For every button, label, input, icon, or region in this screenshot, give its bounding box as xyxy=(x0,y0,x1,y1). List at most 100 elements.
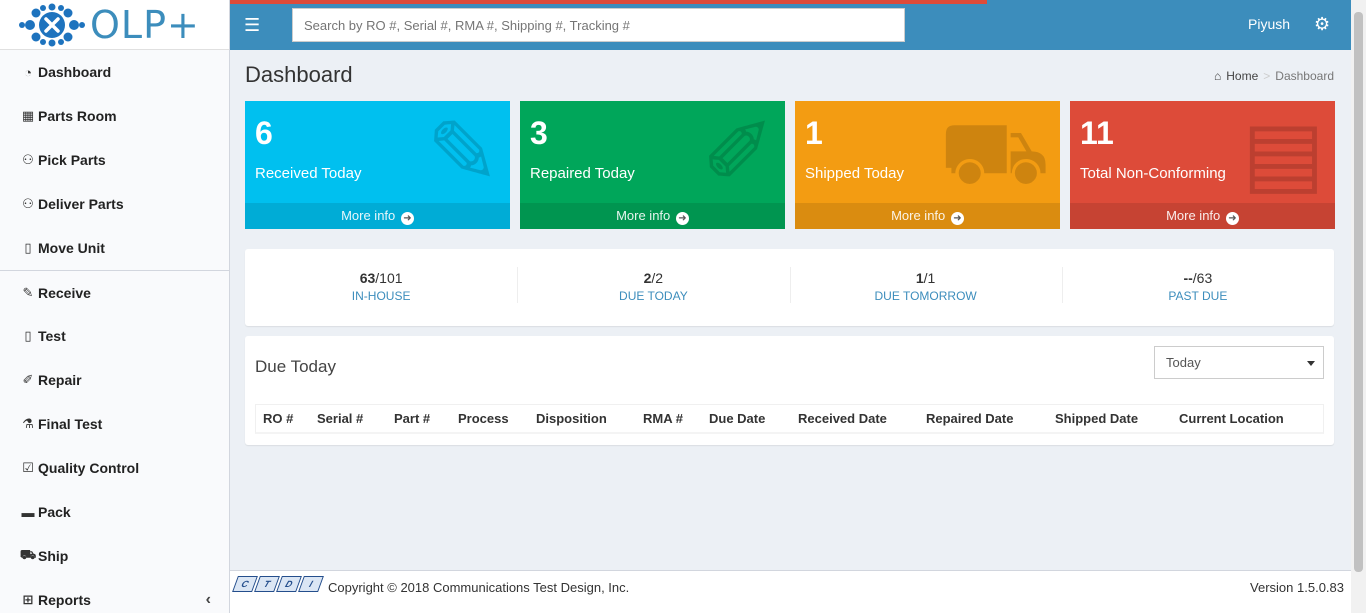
stat-in-house[interactable]: 63/101 IN-HOUSE xyxy=(245,249,517,326)
more-info-link[interactable]: More info ➜ xyxy=(1070,203,1335,229)
app-logo[interactable]: OLP+ xyxy=(0,0,229,50)
select-value: Today xyxy=(1166,355,1201,370)
menu-toggle-icon[interactable]: ☰ xyxy=(244,14,260,36)
table-header: RO # Serial # Part # Process Disposition… xyxy=(255,404,1324,434)
scrollbar[interactable] xyxy=(1351,0,1366,613)
breadcrumb-current: Dashboard xyxy=(1275,69,1334,83)
box-label: Repaired Today xyxy=(530,165,635,182)
sidebar-item-pick-parts[interactable]: ⚇ Pick Parts xyxy=(0,138,229,182)
stat-total: /63 xyxy=(1192,270,1213,286)
scrollbar-thumb[interactable] xyxy=(1354,12,1363,572)
table-icon: ⊞ xyxy=(22,592,34,607)
more-info-link[interactable]: More info ➜ xyxy=(795,203,1060,229)
column-header[interactable]: RMA # xyxy=(643,411,683,426)
logo-letter: I xyxy=(298,576,324,592)
sidebar-item-test[interactable]: ▯ Test xyxy=(0,314,229,358)
column-header[interactable]: Process xyxy=(458,411,509,426)
copyright-text: Copyright © 2018 Communications Test Des… xyxy=(328,580,630,595)
column-header[interactable]: Part # xyxy=(394,411,430,426)
sidebar-item-label: Pick Parts xyxy=(38,152,106,168)
stat-label: DUE TOMORROW xyxy=(874,289,977,303)
box-icon: ▬ xyxy=(21,504,35,520)
truck-icon: ⛟ xyxy=(939,103,1050,202)
search-input[interactable] xyxy=(292,8,905,42)
page-footer: C T D I Copyright © 2018 Communications … xyxy=(230,570,1351,613)
box-value: 11 xyxy=(1080,115,1114,151)
sidebar-item-quality-control[interactable]: ☑ Quality Control xyxy=(0,446,229,490)
sidebar-item-label: Ship xyxy=(38,548,69,564)
stat-total: /1 xyxy=(923,270,936,286)
date-filter-select[interactable]: Today xyxy=(1154,346,1324,379)
sidebar-item-reports[interactable]: ⊞ Reports ‹ xyxy=(0,578,229,613)
breadcrumb: ⌂ Home > Dashboard xyxy=(1214,69,1334,83)
edit-icon: ✎ xyxy=(22,284,34,300)
loading-progress-bar xyxy=(230,0,987,4)
sidebar-item-final-test[interactable]: ⚗ Final Test xyxy=(0,402,229,446)
stat-total: /2 xyxy=(651,270,664,286)
stat-count: -- xyxy=(1183,270,1193,286)
sidebar-item-label: Final Test xyxy=(38,416,103,432)
sidebar-item-label: Repair xyxy=(38,372,82,388)
gears-icon[interactable]: ⚙ xyxy=(1314,14,1330,35)
stat-due-today[interactable]: 2/2 DUE TODAY xyxy=(517,249,789,326)
arrow-circle-right-icon: ➜ xyxy=(950,212,964,225)
breadcrumb-home-link[interactable]: Home xyxy=(1226,69,1258,83)
logo-text: OLP+ xyxy=(90,2,200,47)
wrench-icon: ✐ xyxy=(22,372,34,387)
truck-icon: ⛟ xyxy=(19,547,37,562)
status-stats: 63/101 IN-HOUSE 2/2 DUE TODAY 1/1 DUE TO… xyxy=(245,249,1334,326)
stat-count: 1 xyxy=(915,270,924,286)
sidebar-item-move-unit[interactable]: ▯ Move Unit xyxy=(0,226,229,270)
column-header[interactable]: Repaired Date xyxy=(926,411,1013,426)
stat-total: /101 xyxy=(375,270,403,286)
wrench-icon: ✐ xyxy=(701,103,775,202)
more-info-link[interactable]: More info ➜ xyxy=(245,203,510,229)
sidebar-item-label: Pack xyxy=(38,504,71,520)
sidebar-item-label: Move Unit xyxy=(38,240,105,256)
stat-due-tomorrow[interactable]: 1/1 DUE TOMORROW xyxy=(789,249,1062,326)
shipped-today-box: 1 Shipped Today ⛟ More info ➜ xyxy=(795,101,1060,229)
sidebar-item-pack[interactable]: ▬ Pack xyxy=(0,490,229,534)
column-header[interactable]: Received Date xyxy=(798,411,887,426)
column-header[interactable]: Serial # xyxy=(317,411,363,426)
total-non-conforming-box: 11 Total Non-Conforming ▤ More info ➜ xyxy=(1070,101,1335,229)
page-title: Dashboard xyxy=(245,62,353,87)
sidebar-item-label: Reports xyxy=(38,592,91,608)
user-name[interactable]: Piyush xyxy=(1248,16,1290,32)
summary-boxes: 6 Received Today ✎ More info ➜ 3 Repaire… xyxy=(245,101,1335,229)
sidebar-item-deliver-parts[interactable]: ⚇ Deliver Parts xyxy=(0,182,229,226)
column-header[interactable]: RO # xyxy=(263,411,293,426)
caret-down-icon xyxy=(1307,361,1315,366)
sidebar-item-label: Parts Room xyxy=(38,108,117,124)
stat-past-due[interactable]: --/63 PAST DUE xyxy=(1061,249,1334,326)
sidebar: OLP+ ◔ Dashboard ▦ Parts Room ⚇ Pick Parts … xyxy=(0,0,230,613)
panel-title: Due Today xyxy=(255,357,336,376)
tachometer-icon: ◔ xyxy=(24,64,32,80)
ctdi-logo: C T D I xyxy=(232,576,324,592)
sidebar-item-label: Test xyxy=(38,328,66,344)
box-label: Received Today xyxy=(255,165,362,182)
sidebar-item-ship[interactable]: ⛟ Ship xyxy=(0,534,229,578)
sidebar-item-repair[interactable]: ✐ Repair xyxy=(0,358,229,402)
column-header[interactable]: Current Location xyxy=(1179,411,1284,426)
more-info-link[interactable]: More info ➜ xyxy=(520,203,785,229)
column-header[interactable]: Disposition xyxy=(536,411,607,426)
top-navbar: ☰ Piyush ⚙ xyxy=(230,0,1351,50)
olp-logo-icon xyxy=(19,3,85,46)
sidebar-item-parts-room[interactable]: ▦ Parts Room xyxy=(0,94,229,138)
column-header[interactable]: Shipped Date xyxy=(1055,411,1138,426)
arrow-circle-right-icon: ➜ xyxy=(1225,212,1239,225)
stat-label: IN-HOUSE xyxy=(351,289,411,303)
due-today-panel: Due Today Today RO # Serial # Part # Pro… xyxy=(245,336,1334,445)
sidebar-menu: ◔ Dashboard ▦ Parts Room ⚇ Pick Parts ⚇ Deli… xyxy=(0,50,229,613)
breadcrumb-separator: > xyxy=(1263,69,1271,83)
box-value: 6 xyxy=(255,115,273,151)
people-carry-icon: ⚇ xyxy=(22,152,34,167)
sidebar-item-receive[interactable]: ✎ Receive xyxy=(0,270,229,314)
repaired-today-box: 3 Repaired Today ✐ More info ➜ xyxy=(520,101,785,229)
arrow-circle-right-icon: ➜ xyxy=(675,212,689,225)
test-icon: ▯ xyxy=(24,328,32,343)
sidebar-item-dashboard[interactable]: ◔ Dashboard xyxy=(0,50,229,94)
stat-count: 63 xyxy=(359,270,376,286)
column-header[interactable]: Due Date xyxy=(709,411,765,426)
